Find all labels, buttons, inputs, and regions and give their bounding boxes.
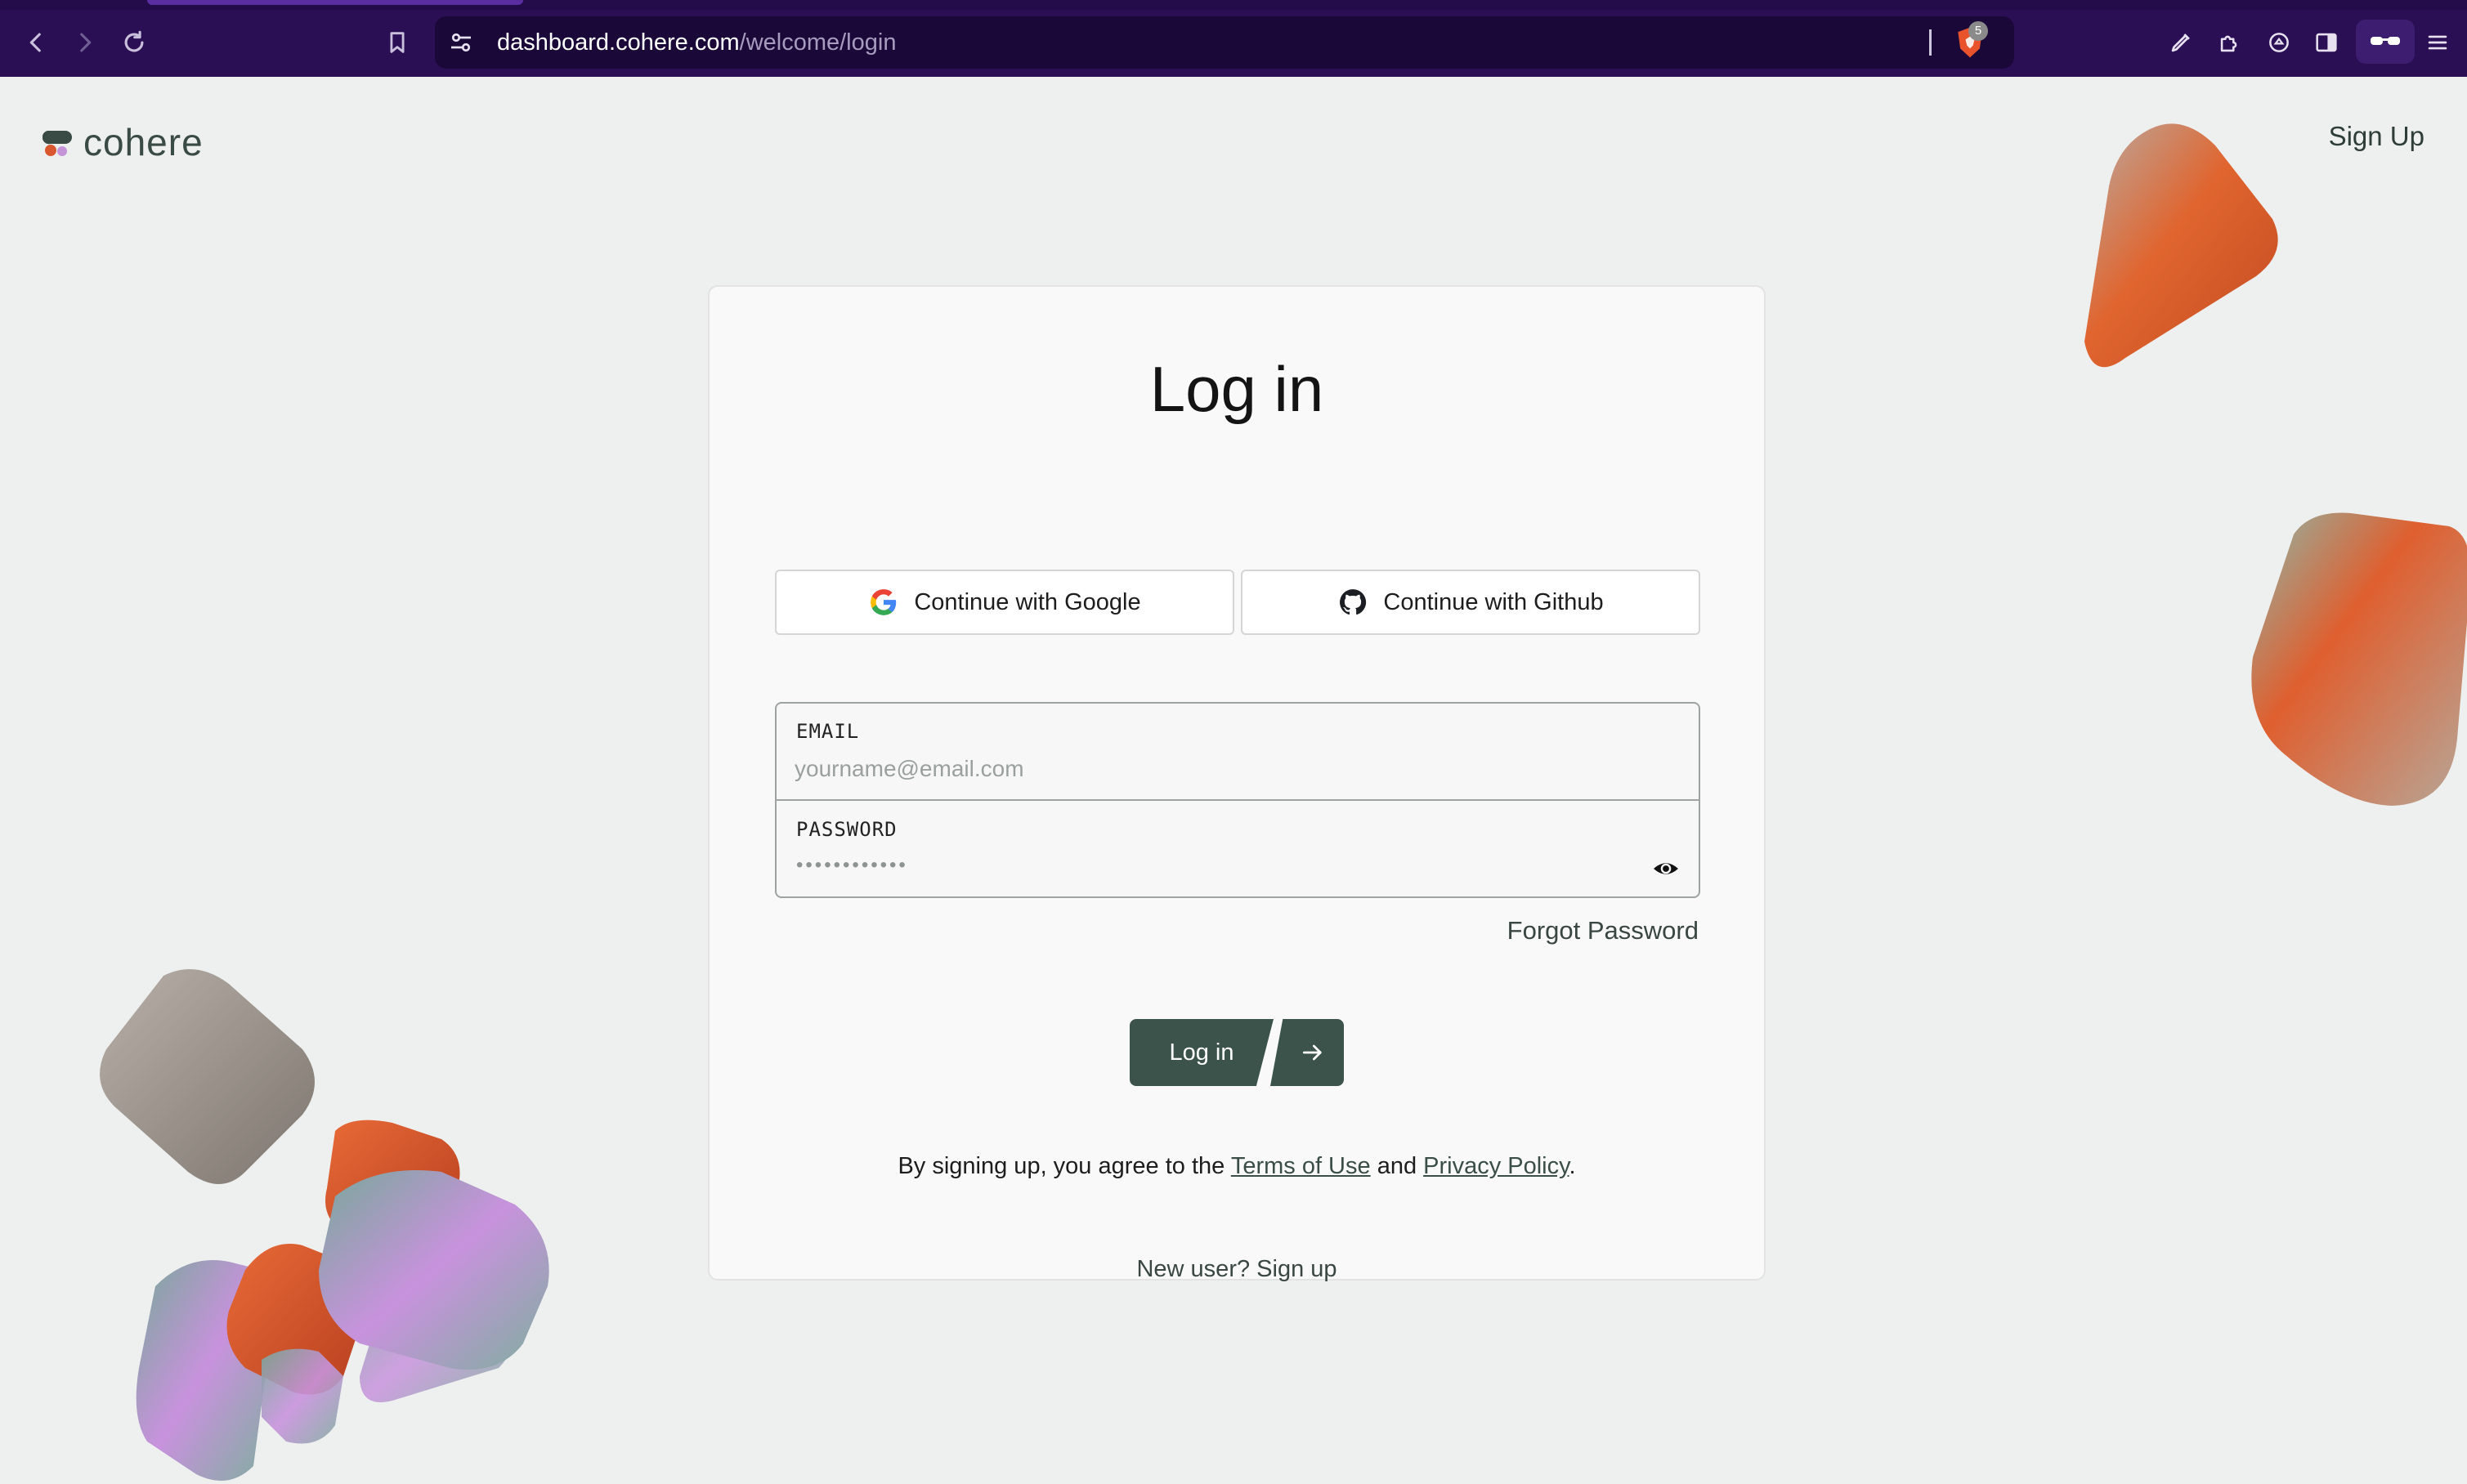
puzzle-icon[interactable] (2210, 23, 2250, 62)
forgot-password-link[interactable]: Forgot Password (1507, 916, 1699, 945)
decorative-shape-cluster (100, 969, 549, 1481)
back-arrow-icon[interactable] (15, 21, 57, 64)
legal-notice: By signing up, you agree to the Terms of… (710, 1153, 1764, 1180)
cohere-logo[interactable]: cohere (43, 119, 204, 165)
sign-up-link[interactable]: Sign up (1256, 1256, 1336, 1282)
continue-with-google-button[interactable]: Continue with Google (775, 570, 1234, 635)
address-divider (1929, 29, 1932, 56)
logo-wordmark: cohere (83, 121, 204, 163)
password-label: PASSWORD (796, 818, 898, 841)
cohere-logo-mark-icon (43, 131, 72, 156)
reload-icon[interactable] (113, 21, 155, 64)
pen-icon[interactable] (2161, 23, 2201, 62)
shield-count-badge: 5 (1968, 21, 1988, 41)
privacy-policy-link[interactable]: Privacy Policy (1423, 1153, 1569, 1179)
github-button-label: Continue with Github (1383, 588, 1604, 615)
page-title: Log in (1149, 353, 1324, 425)
legal-suffix: . (1569, 1153, 1576, 1179)
log-in-arrow-button[interactable] (1270, 1019, 1344, 1086)
site-settings-icon[interactable] (446, 28, 476, 57)
legal-prefix: By signing up, you agree to the (898, 1153, 1231, 1179)
url-host: dashboard.cohere.com (497, 29, 740, 56)
forward-arrow-icon[interactable] (64, 21, 106, 64)
page-content: cohere Sign Up Log in Continue with Goog… (0, 77, 2467, 1484)
email-field-container[interactable]: EMAIL (777, 704, 1699, 801)
sidebar-icon[interactable] (2307, 23, 2346, 62)
url-path: /welcome/login (739, 29, 897, 56)
new-user-prompt: New user? Sign up (710, 1256, 1764, 1283)
email-input[interactable] (795, 753, 1612, 785)
address-bar[interactable]: dashboard.cohere.com/welcome/login 5 (435, 16, 2014, 69)
legal-and: and (1370, 1153, 1424, 1179)
hamburger-menu-icon[interactable] (2418, 23, 2457, 62)
continue-with-github-button[interactable]: Continue with Github (1241, 570, 1700, 635)
decorative-shape-orange-right (2251, 512, 2467, 806)
decorative-shape-orange-top (2084, 123, 2278, 368)
browser-toolbar: dashboard.cohere.com/welcome/login 5 (0, 0, 2467, 77)
bookmark-icon[interactable] (376, 21, 419, 64)
leo-ai-icon[interactable] (2259, 23, 2299, 62)
email-label: EMAIL (796, 720, 860, 743)
terms-of-use-link[interactable]: Terms of Use (1231, 1153, 1371, 1179)
show-password-eye-icon[interactable] (1651, 854, 1681, 883)
password-input[interactable]: •••••••••••• (796, 854, 908, 877)
new-user-prefix: New user? (1136, 1256, 1257, 1282)
active-tab[interactable] (147, 0, 523, 5)
url-text[interactable]: dashboard.cohere.com/welcome/login (497, 28, 896, 57)
wallet-icon[interactable] (2356, 20, 2415, 64)
password-field-container[interactable]: PASSWORD •••••••••••• (777, 802, 1699, 899)
arrow-right-icon (1303, 1044, 1322, 1061)
login-card: Log in Continue with Google Continue wit… (708, 285, 1766, 1283)
credentials-form: EMAIL PASSWORD •••••••••••• (775, 702, 1700, 898)
google-button-label: Continue with Google (914, 588, 1141, 615)
header-signup-link[interactable]: Sign Up (2329, 121, 2424, 152)
github-icon (1340, 589, 1367, 615)
log-in-button[interactable]: Log in (1130, 1019, 1274, 1086)
google-icon (871, 589, 897, 615)
